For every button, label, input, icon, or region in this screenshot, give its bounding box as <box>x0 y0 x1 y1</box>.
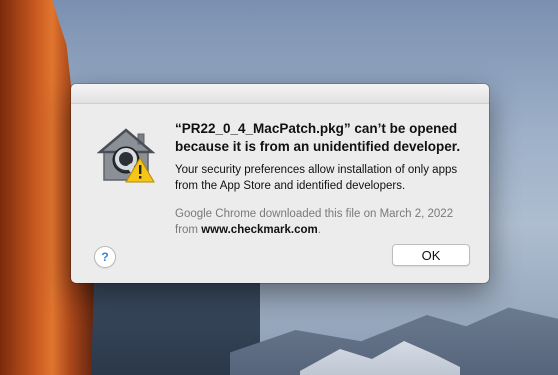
security-alert-dialog: “PR22_0_4_MacPatch.pkg” can’t be opened … <box>71 84 489 283</box>
dialog-title: “PR22_0_4_MacPatch.pkg” can’t be opened … <box>175 121 461 154</box>
download-source-text: Google Chrome downloaded this file on Ma… <box>175 206 475 238</box>
download-source-suffix: . <box>317 224 321 236</box>
help-button[interactable]: ? <box>94 246 116 268</box>
dialog-titlebar <box>71 84 489 104</box>
download-source-domain: www.checkmark.com <box>201 224 318 236</box>
dialog-message: Your security preferences allow installa… <box>175 164 458 192</box>
gatekeeper-warning-icon <box>96 124 160 184</box>
ok-button[interactable]: OK <box>392 244 470 266</box>
